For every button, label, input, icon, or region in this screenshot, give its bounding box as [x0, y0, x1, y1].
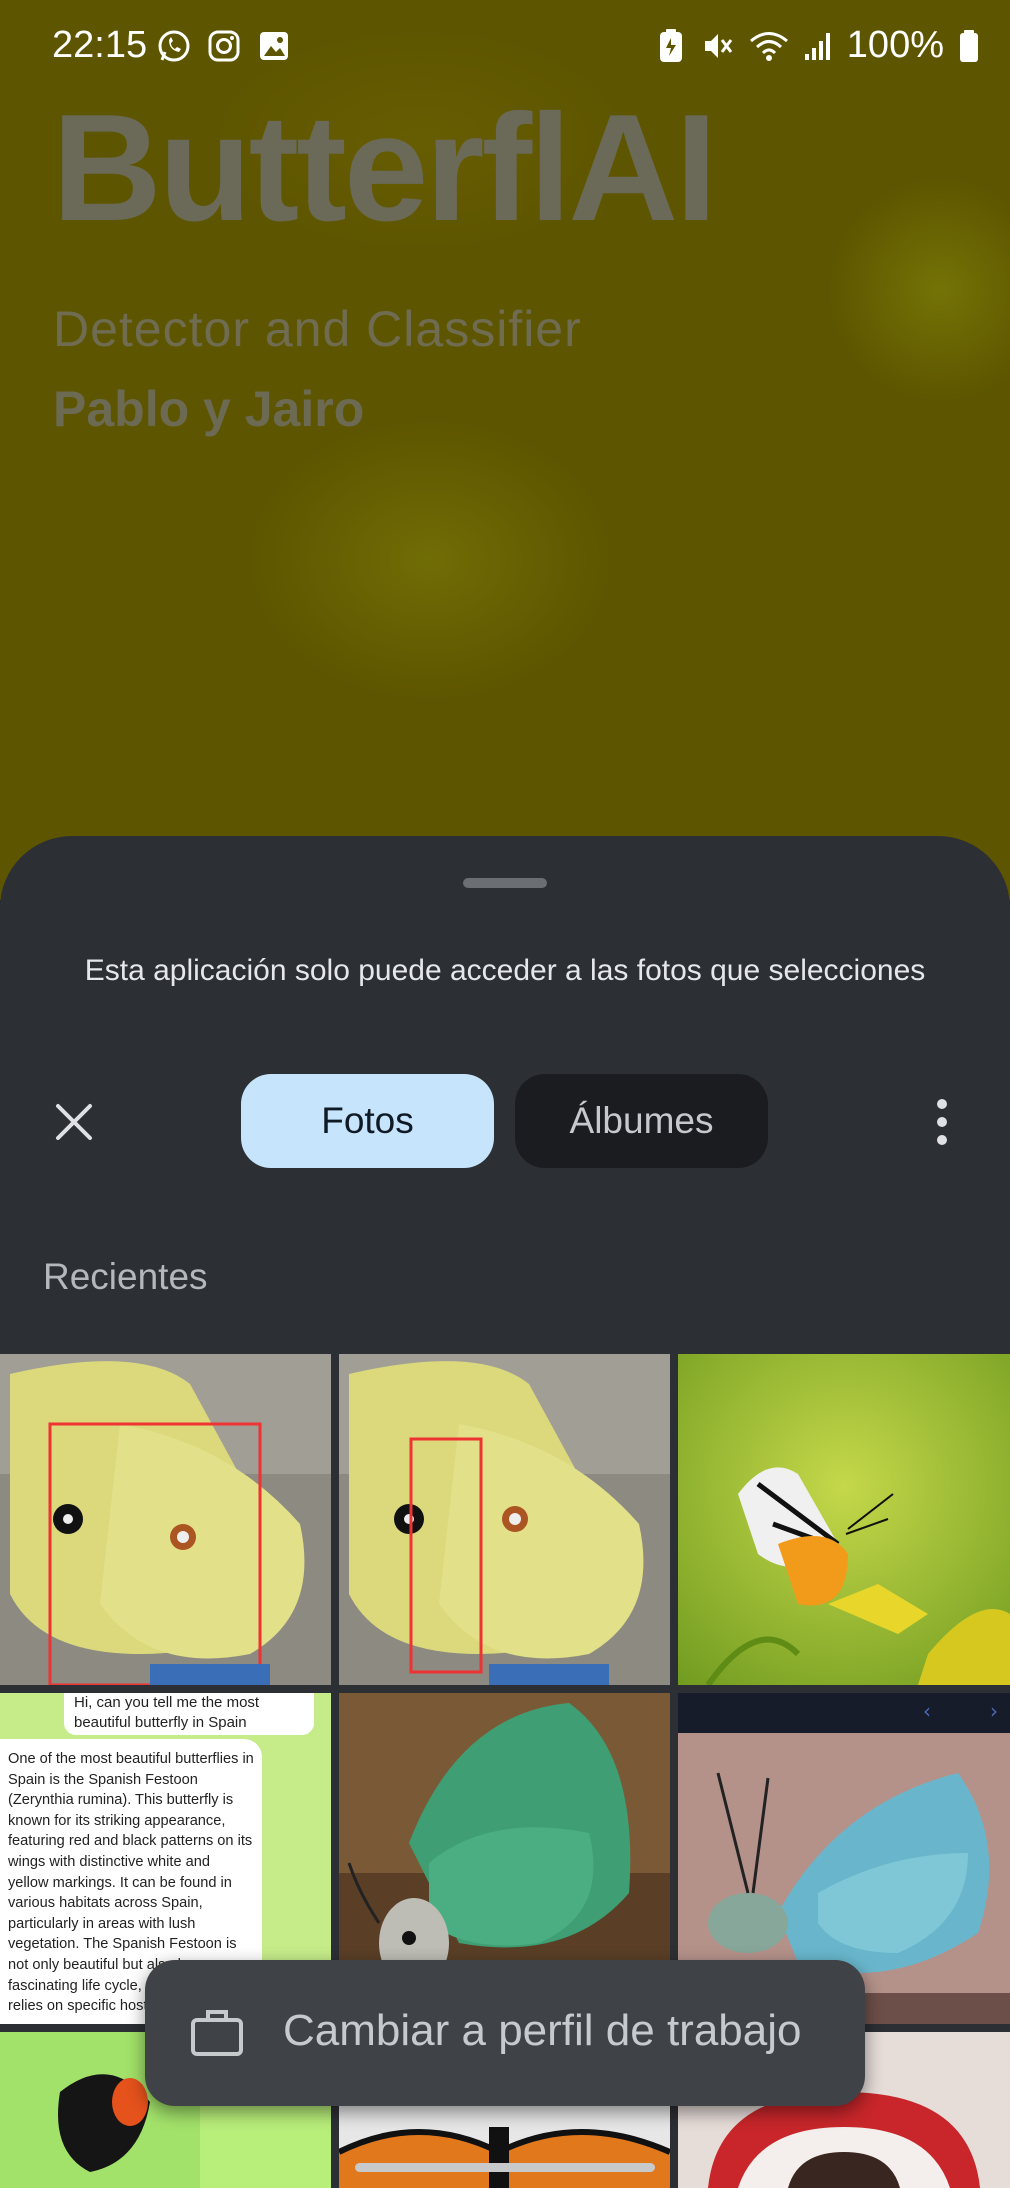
- instagram-icon: [208, 30, 240, 62]
- access-notice: Esta aplicación solo puede acceder a las…: [84, 954, 926, 987]
- notification-icons: [156, 28, 292, 64]
- clouded-yellow-butterfly-image: [339, 1354, 670, 1685]
- photo-thumbnail[interactable]: [678, 1354, 1010, 1685]
- signal-icon: [804, 32, 830, 60]
- status-time: 22:15: [52, 24, 148, 66]
- system-icons: 100%: [657, 24, 980, 67]
- battery-saver-icon: [659, 28, 682, 62]
- svg-text:›: ›: [990, 1699, 998, 1723]
- work-profile-label: Cambiar a perfil de trabajo: [283, 2006, 802, 2055]
- close-icon: [56, 1104, 92, 1140]
- app-authors: Pablo y Jairo: [53, 381, 365, 437]
- mute-icon: [704, 33, 732, 58]
- photo-thumbnail[interactable]: [0, 1354, 331, 1685]
- close-button[interactable]: [38, 1086, 110, 1158]
- drag-handle[interactable]: [463, 878, 547, 888]
- battery-percent: 100%: [846, 24, 944, 66]
- section-recent-label: Recientes: [43, 1256, 208, 1297]
- chat-question: Hi, can you tell me the most beautiful b…: [64, 1693, 314, 1735]
- svg-text:‹: ‹: [923, 1699, 931, 1723]
- photo-thumbnail[interactable]: [339, 1354, 670, 1685]
- briefcase-icon: [191, 2010, 243, 2056]
- wifi-icon: [749, 31, 788, 61]
- battery-icon: [960, 29, 978, 62]
- tab-albums[interactable]: Álbumes: [515, 1074, 768, 1168]
- app-subtitle: Detector and Classifier: [53, 301, 582, 357]
- gallery-icon: [260, 32, 288, 60]
- app-title: ButterflAI: [52, 83, 717, 253]
- status-bar: 22:15 100%: [0, 0, 1010, 92]
- switch-work-profile-button[interactable]: Cambiar a perfil de trabajo: [145, 1960, 865, 2106]
- butterfly-on-flower-image: [678, 1354, 1010, 1685]
- more-options-button[interactable]: [912, 1086, 972, 1158]
- clouded-yellow-butterfly-image: [0, 1354, 331, 1685]
- more-vert-icon: [937, 1099, 947, 1145]
- tab-photos[interactable]: Fotos: [241, 1074, 494, 1168]
- gesture-nav-handle[interactable]: [355, 2163, 655, 2172]
- app-background: ButterflAI Detector and Classifier Pablo…: [0, 0, 1010, 900]
- whatsapp-icon: [158, 30, 190, 62]
